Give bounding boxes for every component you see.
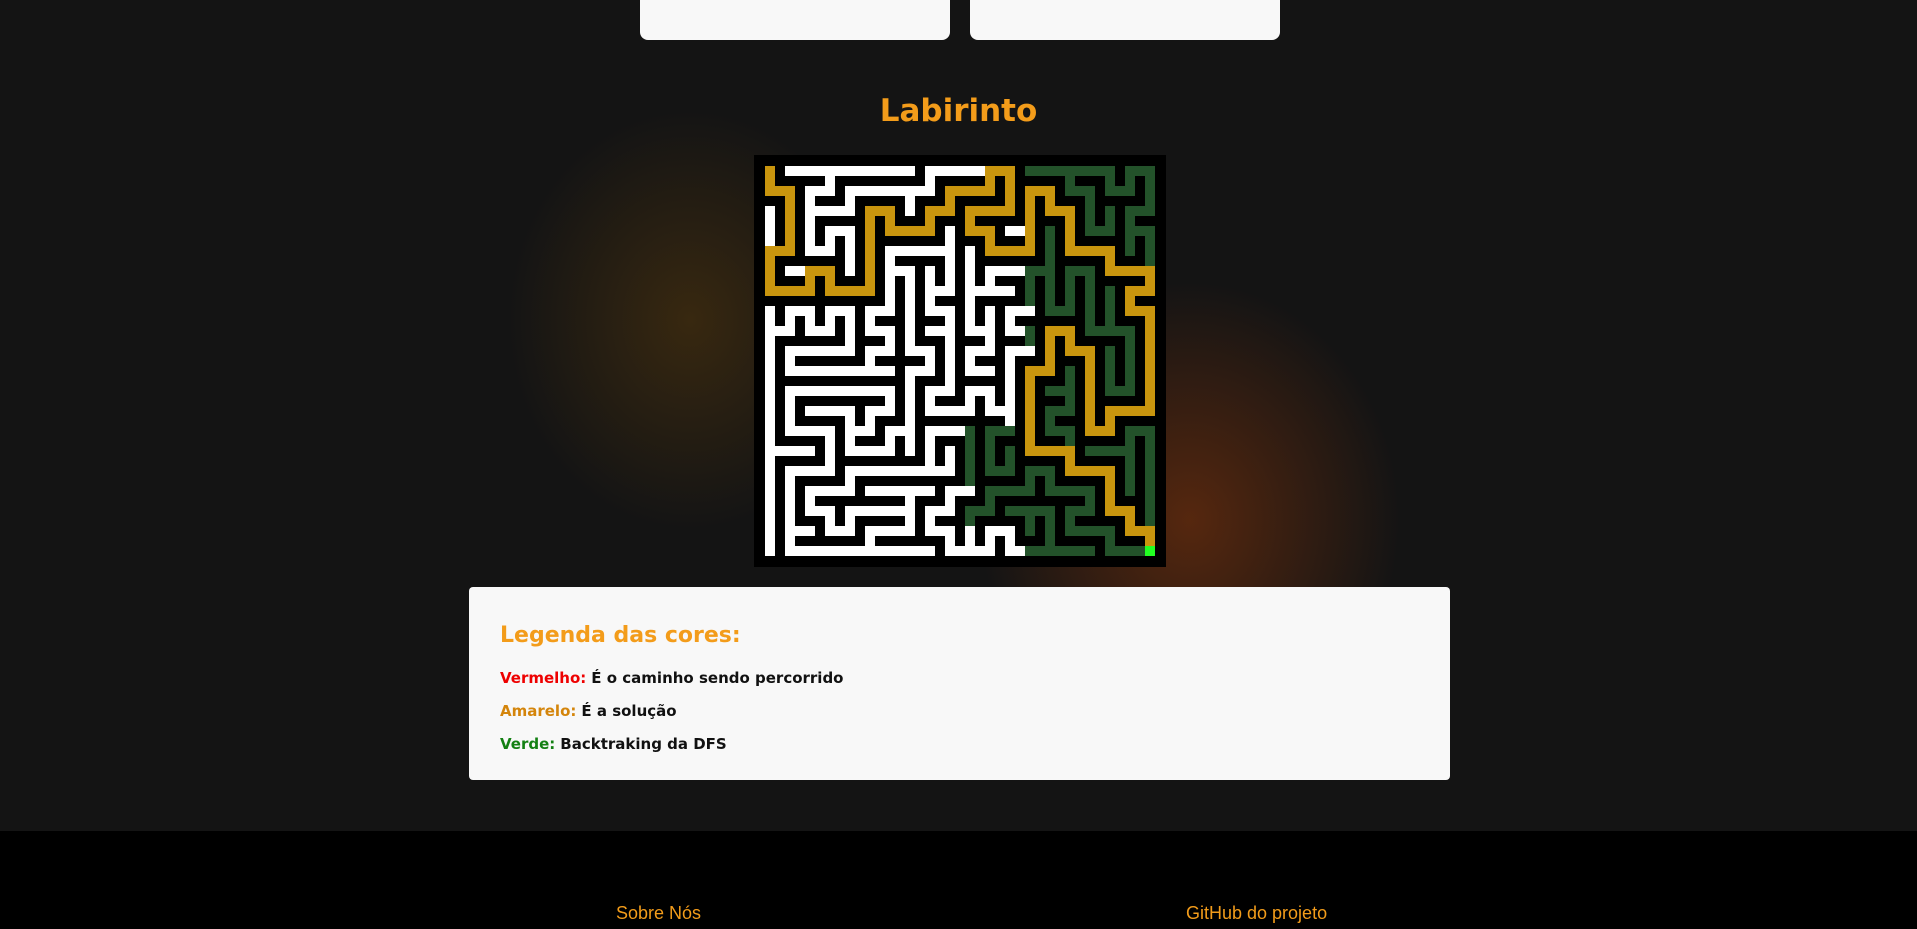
legend-text-green: Backtraking da DFS [560,735,727,753]
legend-key-yellow: Amarelo: [500,702,577,720]
legend-item-red: Vermelho: É o caminho sendo percorrido [500,669,844,687]
legend-text-red: É o caminho sendo percorrido [591,669,844,687]
maze-canvas [754,155,1166,567]
color-legend: Legenda das cores: Vermelho: É o caminho … [469,587,1450,780]
top-card-right [970,0,1280,40]
maze-title: Labirinto [879,93,1038,129]
legend-item-yellow: Amarelo: É a solução [500,702,677,720]
footer: Sobre Nós GitHub do projeto [0,831,1917,929]
maze-svg [765,166,1155,556]
maze-goal-marker [1145,546,1155,556]
about-us-link[interactable]: Sobre Nós [616,903,701,924]
legend-key-red: Vermelho: [500,669,587,687]
legend-title: Legenda das cores: [500,623,741,648]
legend-text-yellow: É a solução [581,702,677,720]
top-card-left [640,0,950,40]
github-link[interactable]: GitHub do projeto [1186,903,1327,924]
legend-key-green: Verde: [500,735,556,753]
legend-item-green: Verde: Backtraking da DFS [500,735,727,753]
